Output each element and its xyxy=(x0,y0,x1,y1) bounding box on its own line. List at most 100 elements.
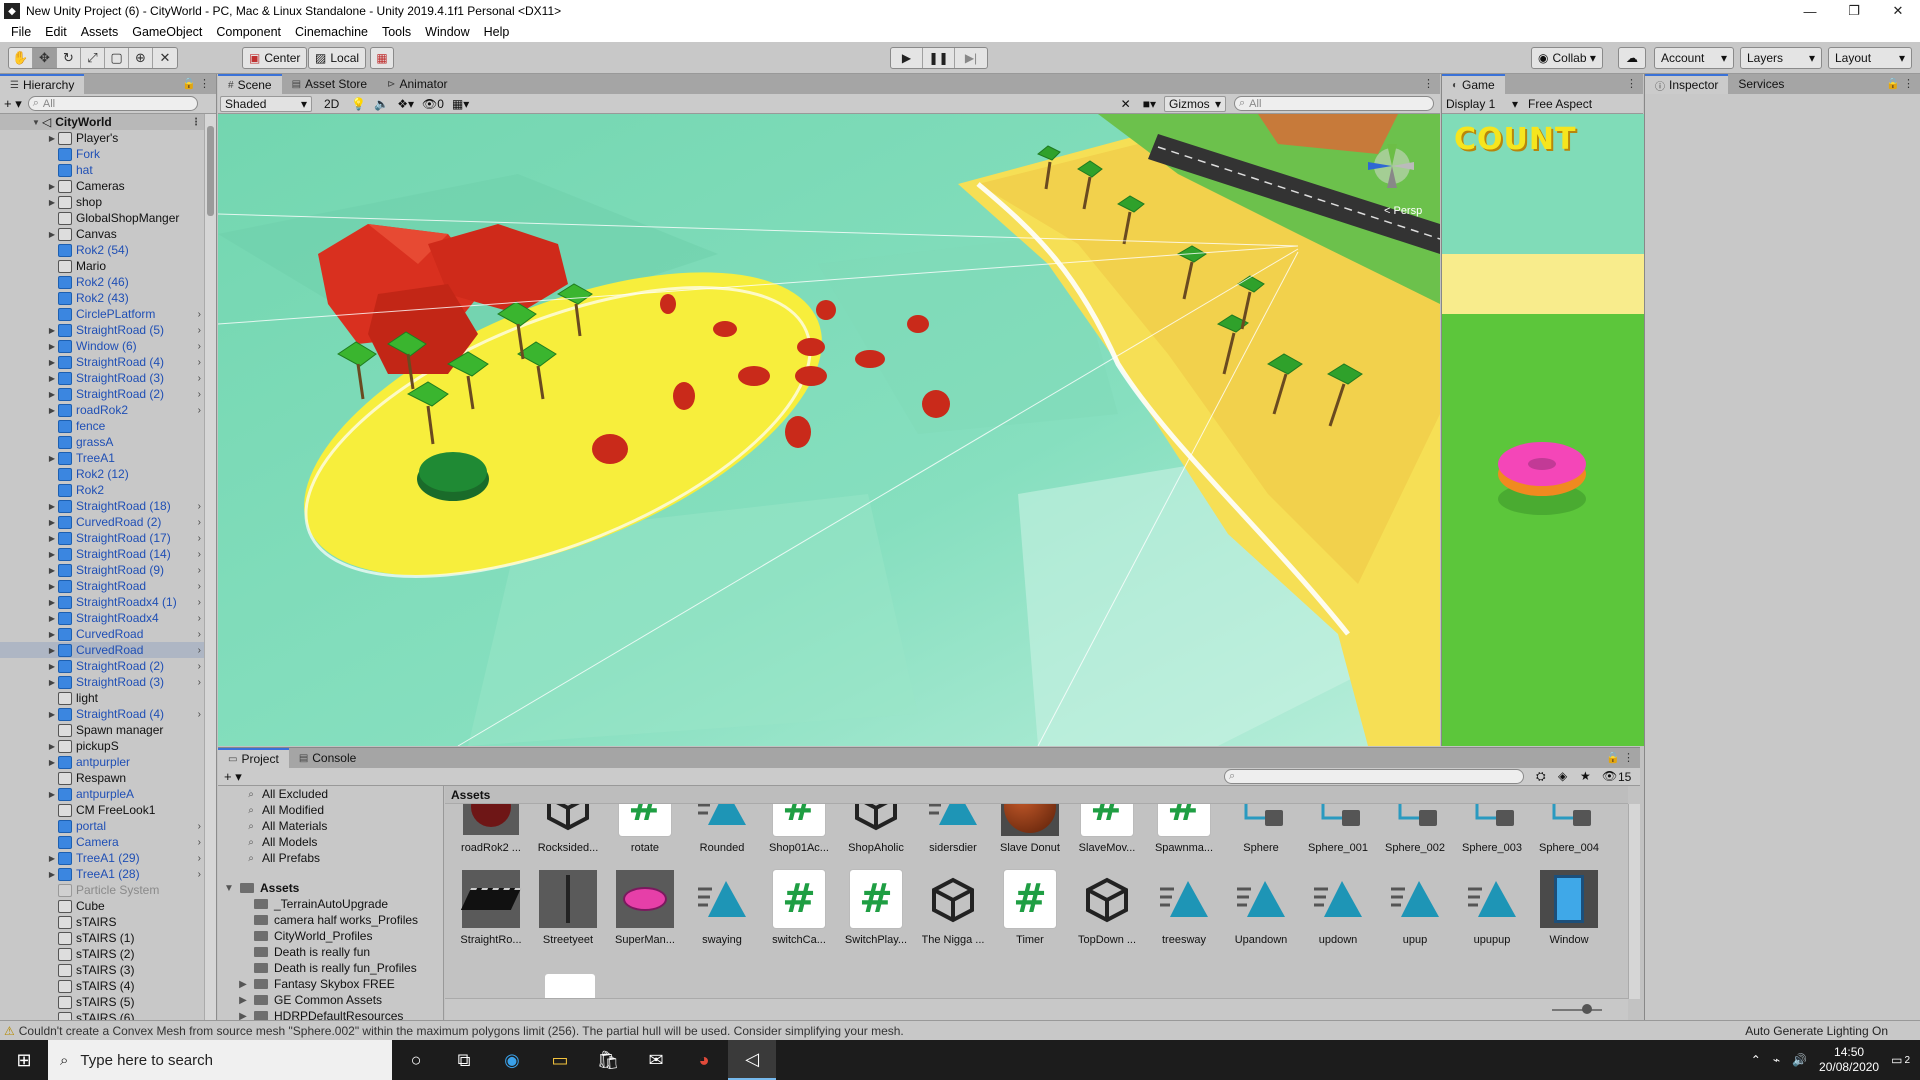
hierarchy-item[interactable]: sTAIRS (3) xyxy=(0,962,205,978)
chevron-right-icon[interactable]: › xyxy=(198,549,201,560)
aspect-dropdown[interactable]: Free Aspect xyxy=(1528,97,1592,111)
hierarchy-item[interactable]: ▶ StraightRoad (5) › xyxy=(0,322,205,338)
hierarchy-item[interactable]: CM FreeLook1 xyxy=(0,802,205,818)
windows-start-icon[interactable]: ⊞ xyxy=(0,1040,48,1080)
hierarchy-item[interactable]: ▶ TreeA1 xyxy=(0,450,205,466)
asset-tile[interactable]: upup xyxy=(1377,868,1453,960)
menu-component[interactable]: Component xyxy=(209,25,288,39)
hierarchy-item[interactable]: ▶ Window (6) › xyxy=(0,338,205,354)
panel-options-icon[interactable]: ⋮ xyxy=(1423,77,1434,90)
hierarchy-item[interactable]: Camera › xyxy=(0,834,205,850)
expand-arrow-icon[interactable]: ▶ xyxy=(46,742,58,751)
expand-arrow-icon[interactable]: ▶ xyxy=(46,582,58,591)
tab-console[interactable]: ▤ Console xyxy=(289,748,366,768)
asset-tile[interactable]: # Spawnma... xyxy=(1146,804,1222,868)
audio-toggle-icon[interactable]: 🔈 xyxy=(374,97,389,111)
expand-arrow-icon[interactable]: ▶ xyxy=(46,134,58,143)
project-scrollbar[interactable] xyxy=(1628,804,1640,999)
icon-size-slider-handle[interactable] xyxy=(1582,1004,1592,1014)
unity-taskbar-icon[interactable]: ◁ xyxy=(728,1040,776,1080)
search-by-type-icon[interactable]: ⛭ xyxy=(1536,769,1546,784)
chevron-right-icon[interactable]: › xyxy=(198,389,201,400)
asset-tile[interactable]: ShopAholic xyxy=(838,804,914,868)
project-folder-item[interactable]: Death is really fun xyxy=(218,944,443,960)
hierarchy-item[interactable]: ▶ StraightRoad (3) › xyxy=(0,370,205,386)
chevron-right-icon[interactable]: › xyxy=(198,501,201,512)
tab-services[interactable]: Services xyxy=(1728,74,1794,94)
expand-arrow-icon[interactable]: ▶ xyxy=(46,662,58,671)
auto-lighting-status[interactable]: Auto Generate Lighting On xyxy=(1745,1024,1888,1038)
expand-arrow-icon[interactable]: ▶ xyxy=(46,598,58,607)
expand-arrow-icon[interactable]: ▶ xyxy=(46,326,58,335)
project-folder-item[interactable]: ▶ GE Common Assets xyxy=(218,992,443,1008)
hierarchy-item[interactable]: sTAIRS xyxy=(0,914,205,930)
hierarchy-item[interactable]: ▶ antpurpleA xyxy=(0,786,205,802)
collab-button[interactable]: ◉ Collab ▾ xyxy=(1531,47,1603,69)
expand-arrow-icon[interactable]: ▶ xyxy=(46,710,58,719)
hierarchy-item[interactable]: Respawn xyxy=(0,770,205,786)
hierarchy-item[interactable]: GlobalShopManger xyxy=(0,210,205,226)
asset-tile[interactable]: The Nigga ... xyxy=(915,868,991,960)
menu-gameobject[interactable]: GameObject xyxy=(125,25,209,39)
project-folder-item[interactable]: camera half works_Profiles xyxy=(218,912,443,928)
maximize-button[interactable]: ❐ xyxy=(1832,0,1876,22)
hierarchy-item[interactable]: Spawn manager xyxy=(0,722,205,738)
chevron-right-icon[interactable]: › xyxy=(198,821,201,832)
asset-tile[interactable]: Streetyeet xyxy=(530,868,606,960)
taskbar-search-input[interactable]: ⌕ Type here to search xyxy=(48,1040,392,1080)
expand-arrow-icon[interactable]: ▶ xyxy=(46,790,58,799)
expand-arrow-icon[interactable]: ▶ xyxy=(46,406,58,415)
hierarchy-item[interactable]: sTAIRS (1) xyxy=(0,930,205,946)
scale-tool-icon[interactable]: ⤢ xyxy=(81,48,105,68)
asset-tile[interactable]: swaying xyxy=(684,868,760,960)
asset-tile-partial[interactable] xyxy=(545,974,595,999)
hand-tool-icon[interactable]: ✋ xyxy=(9,48,33,68)
chevron-right-icon[interactable]: › xyxy=(198,581,201,592)
tab-hierarchy[interactable]: ☰ Hierarchy xyxy=(0,74,85,94)
asset-tile[interactable]: Sphere_004 xyxy=(1531,804,1607,868)
asset-tile[interactable]: # Timer xyxy=(992,868,1068,960)
pivot-local-button[interactable]: ▨ Local xyxy=(308,47,367,69)
rect-tool-icon[interactable]: ▢ xyxy=(105,48,129,68)
panel-options-icon[interactable]: 🔒 ⋮ xyxy=(1886,77,1914,90)
expand-arrow-icon[interactable]: ▶ xyxy=(46,614,58,623)
chevron-right-icon[interactable]: › xyxy=(198,661,201,672)
clock[interactable]: 14:50 20/08/2020 xyxy=(1819,1045,1879,1075)
chevron-right-icon[interactable]: › xyxy=(198,341,201,352)
rotate-tool-icon[interactable]: ↻ xyxy=(57,48,81,68)
camera-dropdown-icon[interactable]: ■▾ xyxy=(1143,97,1156,111)
asset-tile[interactable]: SuperMan... xyxy=(607,868,683,960)
chevron-right-icon[interactable]: › xyxy=(198,629,201,640)
game-viewport[interactable]: COUNT xyxy=(1442,114,1644,746)
hierarchy-item[interactable]: ▶ CurvedRoad › xyxy=(0,626,205,642)
hierarchy-item[interactable]: Cube xyxy=(0,898,205,914)
hierarchy-item[interactable]: portal › xyxy=(0,818,205,834)
favorite-search-item[interactable]: ⌕ All Modified xyxy=(218,802,443,818)
hierarchy-item[interactable]: Rok2 (12) xyxy=(0,466,205,482)
hierarchy-item[interactable]: sTAIRS (2) xyxy=(0,946,205,962)
hierarchy-item[interactable]: ▶ antpurpler xyxy=(0,754,205,770)
asset-tile[interactable]: # Shop01Ac... xyxy=(761,804,837,868)
cortana-icon[interactable]: ○ xyxy=(392,1040,440,1080)
project-folder-item[interactable]: ▶ Fantasy Skybox FREE xyxy=(218,976,443,992)
chevron-right-icon[interactable]: › xyxy=(198,373,201,384)
asset-tile[interactable]: TopDown ... xyxy=(1069,868,1145,960)
custom-tool-icon[interactable]: ✕ xyxy=(153,48,177,68)
pause-button[interactable]: ❚❚ xyxy=(923,48,955,68)
assets-root-folder[interactable]: ▼ Assets xyxy=(218,880,443,896)
hierarchy-item[interactable]: ▶ StraightRoad (4) › xyxy=(0,354,205,370)
volume-icon[interactable]: 🔊 xyxy=(1792,1053,1807,1067)
expand-arrow-icon[interactable]: ▶ xyxy=(46,630,58,639)
2d-toggle[interactable]: 2D xyxy=(324,97,339,111)
chevron-right-icon[interactable]: › xyxy=(198,853,201,864)
hierarchy-item[interactable]: Rok2 (54) xyxy=(0,242,205,258)
tab-inspector[interactable]: ⓘ Inspector xyxy=(1645,74,1729,94)
panel-options-icon[interactable]: 🔒 ⋮ xyxy=(1606,751,1634,764)
chevron-up-icon[interactable]: ⌃ xyxy=(1751,1053,1761,1067)
chevron-right-icon[interactable]: › xyxy=(198,837,201,848)
hidden-objects-icon[interactable]: 👁 xyxy=(422,97,437,111)
asset-tile[interactable]: treesway xyxy=(1146,868,1222,960)
expand-arrow-icon[interactable]: ▶ xyxy=(46,646,58,655)
shading-mode-dropdown[interactable]: Shaded ▾ xyxy=(220,95,312,112)
expand-arrow-icon[interactable]: ▶ xyxy=(46,518,58,527)
